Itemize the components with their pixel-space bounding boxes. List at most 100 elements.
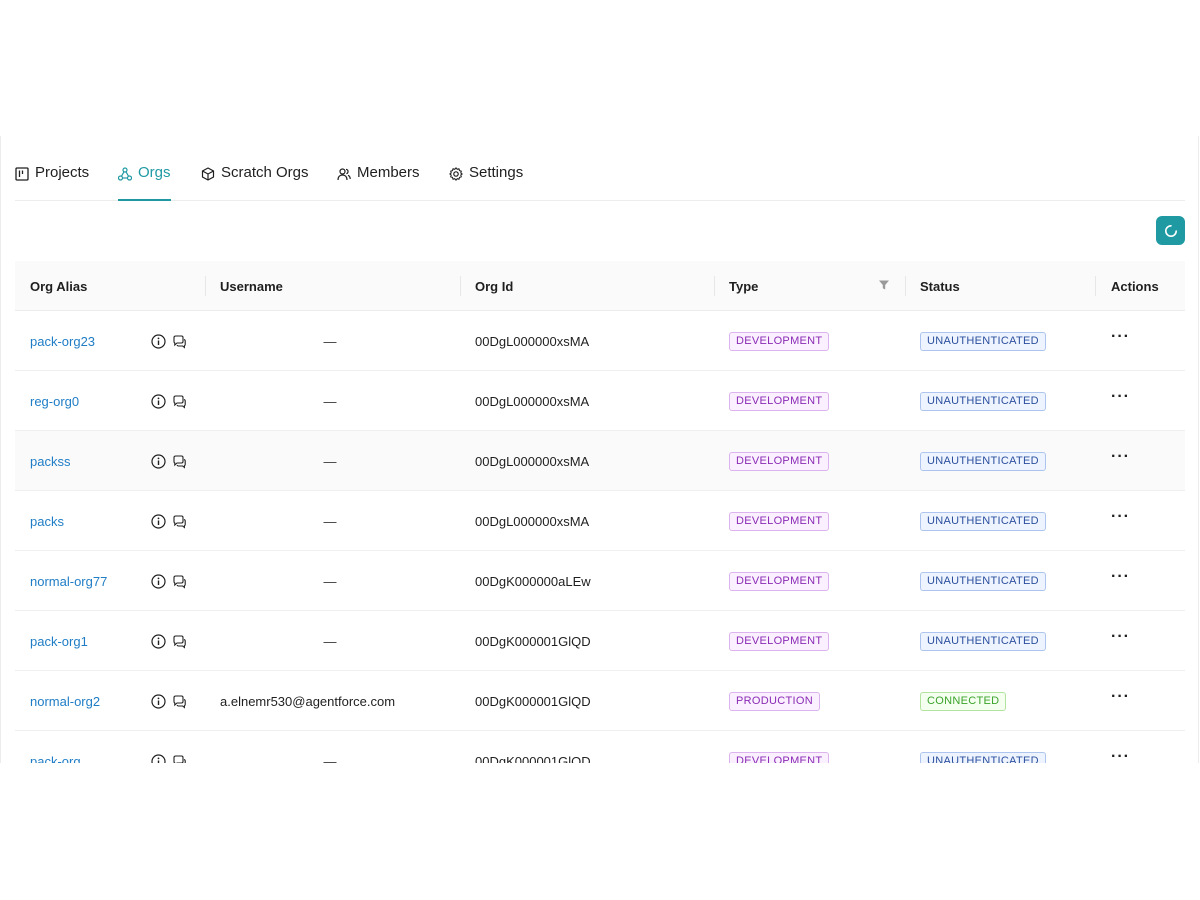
table-row: packs — 00DgL000000xsMA DEVELOPMENT UNAU… (15, 491, 1185, 551)
tab-label: Scratch Orgs (221, 164, 309, 181)
row-icons (151, 311, 187, 371)
org-alias-link[interactable]: packs (30, 491, 64, 551)
table-row: reg-org0 — 00DgL000000xsMA DEVELOPMENT U… (15, 371, 1185, 431)
tab-orgs[interactable]: Orgs (118, 164, 171, 201)
info-icon[interactable] (151, 573, 166, 589)
refresh-button[interactable] (1156, 216, 1185, 245)
more-actions-button[interactable]: ··· (1111, 727, 1130, 763)
info-icon[interactable] (151, 693, 166, 709)
chat-icon[interactable] (172, 694, 187, 709)
info-icon[interactable] (151, 753, 166, 763)
table-row: pack-org — 00DgK000001GlQD DEVELOPMENT U… (15, 731, 1185, 763)
status-badge: UNAUTHENTICATED (920, 451, 1046, 471)
users-icon (337, 167, 351, 181)
status-cell: UNAUTHENTICATED (920, 731, 1046, 763)
tab-members[interactable]: Members (337, 164, 420, 201)
more-actions-button[interactable]: ··· (1111, 667, 1130, 727)
org-id-cell: 00DgK000000aLEw (475, 573, 591, 589)
status-badge: UNAUTHENTICATED (920, 331, 1046, 351)
tab-settings[interactable]: Settings (449, 164, 523, 201)
info-icon[interactable] (151, 513, 166, 529)
chat-icon[interactable] (172, 394, 187, 409)
col-username[interactable]: Username (220, 261, 283, 311)
column-divider (460, 276, 461, 296)
orgs-table: Org Alias Username Org Id Type Status Ac… (15, 261, 1185, 763)
type-cell: DEVELOPMENT (729, 611, 830, 671)
chat-icon[interactable] (172, 754, 187, 763)
info-icon[interactable] (151, 393, 166, 409)
status-cell: UNAUTHENTICATED (920, 491, 1046, 551)
type-tag: DEVELOPMENT (729, 631, 830, 651)
chat-icon[interactable] (172, 334, 187, 349)
type-cell: DEVELOPMENT (729, 371, 830, 431)
row-icons (151, 431, 187, 491)
username-cell: — (323, 513, 337, 529)
table-row: packss — 00DgL000000xsMA DEVELOPMENT UNA… (15, 431, 1185, 491)
more-actions-button[interactable]: ··· (1111, 367, 1130, 427)
type-tag: DEVELOPMENT (729, 751, 830, 763)
refresh-icon (1164, 224, 1177, 237)
column-divider (714, 276, 715, 296)
org-id-cell: 00DgL000000xsMA (475, 453, 590, 469)
cube-icon (201, 167, 215, 181)
col-org-id[interactable]: Org Id (475, 261, 513, 311)
tab-label: Settings (469, 164, 524, 181)
chat-icon[interactable] (172, 454, 187, 469)
network-icon (118, 167, 132, 181)
tab-projects[interactable]: Projects (15, 164, 89, 201)
status-badge: UNAUTHENTICATED (920, 511, 1046, 531)
chat-icon[interactable] (172, 514, 187, 529)
table-row: normal-org77 — 00DgK000000aLEw DEVELOPME… (15, 551, 1185, 611)
col-type[interactable]: Type (729, 261, 758, 311)
row-icons (151, 371, 187, 431)
row-icons (151, 491, 187, 551)
more-actions-button[interactable]: ··· (1111, 427, 1130, 487)
more-actions-button[interactable]: ··· (1111, 547, 1130, 607)
more-actions-button[interactable]: ··· (1111, 607, 1130, 667)
filter-icon[interactable] (878, 279, 890, 291)
org-alias-link[interactable]: packss (30, 431, 70, 491)
org-panel: Projects Orgs Scratch Orgs Members Setti… (0, 136, 1200, 763)
info-icon[interactable] (151, 333, 166, 349)
info-icon[interactable] (151, 633, 166, 649)
status-cell: UNAUTHENTICATED (920, 371, 1046, 431)
status-cell: CONNECTED (920, 671, 1007, 731)
username-cell: a.elnemr530@agentforce.com (220, 693, 396, 709)
tab-scratch-orgs[interactable]: Scratch Orgs (201, 164, 309, 201)
username-cell: — (323, 753, 337, 764)
status-badge: UNAUTHENTICATED (920, 571, 1046, 591)
username-cell: — (323, 333, 337, 349)
org-alias-link[interactable]: pack-org23 (30, 311, 95, 371)
status-cell: UNAUTHENTICATED (920, 611, 1046, 671)
chat-icon[interactable] (172, 634, 187, 649)
column-divider (1095, 276, 1096, 296)
type-cell: DEVELOPMENT (729, 431, 830, 491)
org-alias-link[interactable]: reg-org0 (30, 371, 79, 431)
col-status[interactable]: Status (920, 261, 960, 311)
chat-icon[interactable] (172, 574, 187, 589)
panel-border-right (1198, 136, 1199, 763)
more-actions-button[interactable]: ··· (1111, 307, 1130, 367)
org-id-cell: 00DgL000000xsMA (475, 393, 590, 409)
status-badge: CONNECTED (920, 691, 1007, 711)
org-alias-link[interactable]: normal-org2 (30, 671, 100, 731)
status-badge: UNAUTHENTICATED (920, 631, 1046, 651)
type-cell: PRODUCTION (729, 671, 820, 731)
username-cell: — (323, 393, 337, 409)
row-icons (151, 731, 187, 763)
status-cell: UNAUTHENTICATED (920, 551, 1046, 611)
panel-border-left (0, 136, 1, 763)
org-id-cell: 00DgK000001GlQD (475, 753, 591, 764)
type-cell: DEVELOPMENT (729, 731, 830, 763)
org-alias-link[interactable]: normal-org77 (30, 551, 107, 611)
org-alias-link[interactable]: pack-org (30, 731, 81, 764)
info-icon[interactable] (151, 453, 166, 469)
org-alias-link[interactable]: pack-org1 (30, 611, 88, 671)
column-divider (905, 276, 906, 296)
org-id-cell: 00DgL000000xsMA (475, 513, 590, 529)
type-tag: DEVELOPMENT (729, 391, 830, 411)
type-tag: DEVELOPMENT (729, 571, 830, 591)
username-cell: — (323, 453, 337, 469)
col-org-alias[interactable]: Org Alias (30, 261, 87, 311)
more-actions-button[interactable]: ··· (1111, 487, 1130, 547)
